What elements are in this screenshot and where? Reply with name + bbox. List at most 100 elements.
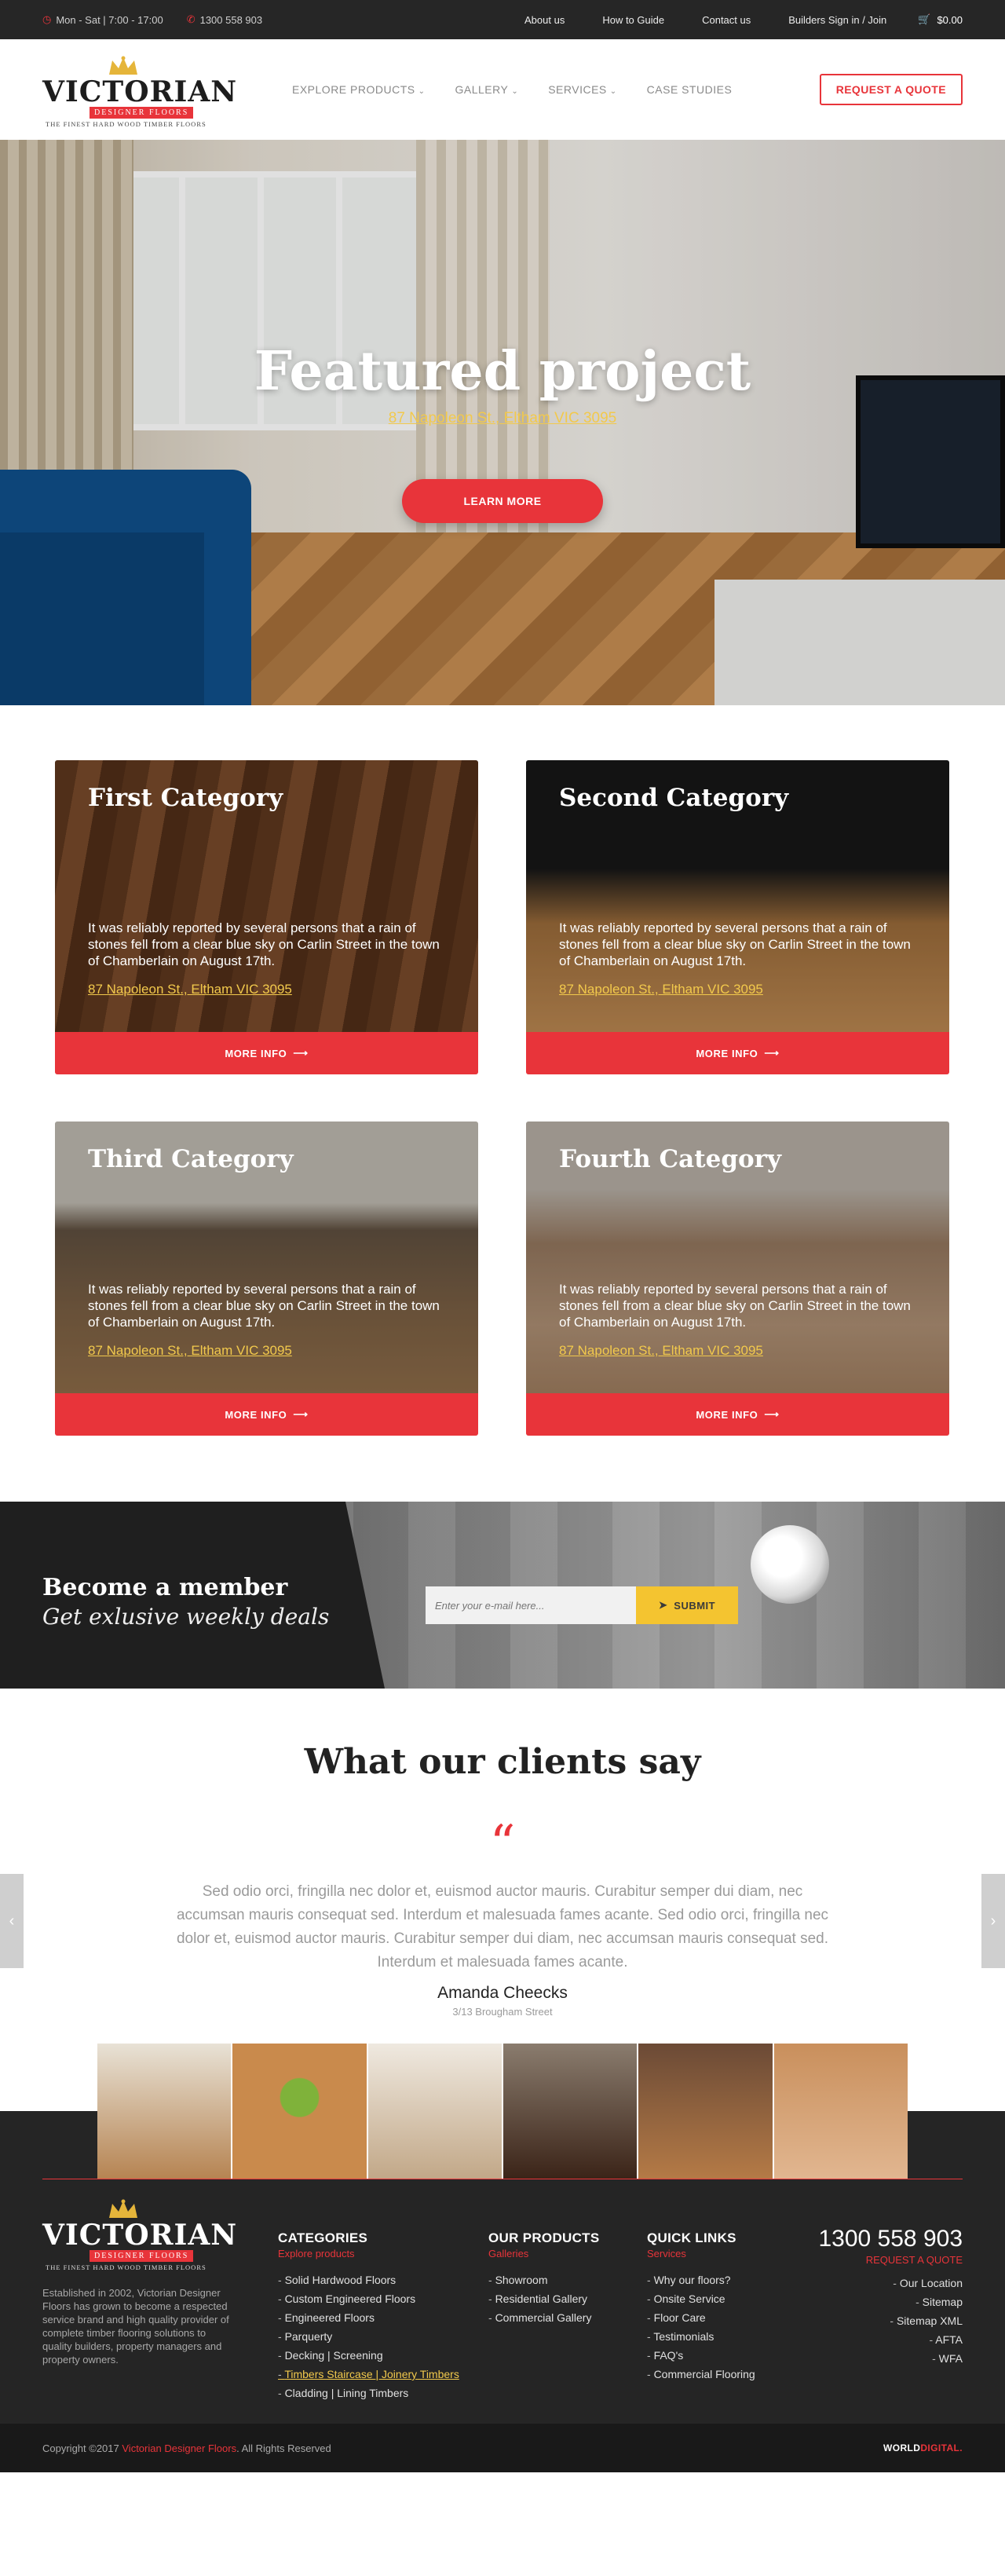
footer-link[interactable]: Why our floors? xyxy=(647,2270,755,2289)
category-address-link[interactable]: 87 Napoleon St., Eltham VIC 3095 xyxy=(88,1343,292,1359)
footer-col-title: OUR PRODUCTS xyxy=(488,2230,600,2245)
chevron-right-icon: › xyxy=(990,1912,996,1930)
category-card-first: First Category It was reliably reported … xyxy=(55,760,478,1074)
arrow-right-icon: ⟶ xyxy=(764,1047,780,1059)
soccer-ball-image xyxy=(751,1525,829,1604)
more-info-button[interactable]: MORE INFO ⟶ xyxy=(526,1032,949,1074)
link-about-us[interactable]: About us xyxy=(524,14,565,26)
footer-link[interactable]: Decking | Screening xyxy=(278,2346,459,2365)
phone-icon: ✆ xyxy=(186,13,196,25)
more-info-button[interactable]: MORE INFO ⟶ xyxy=(55,1393,478,1436)
footer-link[interactable]: Showroom xyxy=(488,2270,600,2289)
request-quote-button[interactable]: REQUEST A QUOTE xyxy=(819,74,963,105)
cart-total[interactable]: $0.00 xyxy=(937,14,963,26)
footer-about: Established in 2002, Victorian Designer … xyxy=(42,2287,229,2366)
chevron-down-icon: ⌄ xyxy=(511,87,519,96)
footer-col-sub: Services xyxy=(647,2248,686,2259)
nav-services[interactable]: SERVICES ⌄ xyxy=(548,83,616,96)
footer-link[interactable]: WFA xyxy=(818,2349,963,2368)
chevron-left-icon: ‹ xyxy=(9,1912,15,1930)
footer-link[interactable]: Testimonials xyxy=(647,2327,755,2346)
send-icon: ➤ xyxy=(658,1599,668,1611)
email-field[interactable] xyxy=(426,1586,636,1624)
gallery-thumb[interactable] xyxy=(638,2044,774,2179)
clock-icon: ◷ xyxy=(42,13,52,25)
phone-text[interactable]: 1300 558 903 xyxy=(200,14,263,26)
agency-credit-link[interactable]: WORLDDIGITAL. xyxy=(883,2442,963,2453)
footer-link[interactable]: Engineered Floors xyxy=(278,2308,459,2327)
phone-info[interactable]: ✆ 1300 558 903 xyxy=(187,13,262,26)
link-how-to-guide[interactable]: How to Guide xyxy=(602,14,664,26)
link-builders-sign-in[interactable]: Builders Sign in / Join xyxy=(788,14,886,26)
footer-link[interactable]: Cladding | Lining Timbers xyxy=(278,2384,459,2402)
footer-quick-links: QUICK LINKS Services Why our floors? Ons… xyxy=(647,2230,755,2384)
category-card-second: Second Category It was reliably reported… xyxy=(526,760,949,1074)
footer-link[interactable]: Onsite Service xyxy=(647,2289,755,2308)
category-address-link[interactable]: 87 Napoleon St., Eltham VIC 3095 xyxy=(559,1343,763,1359)
footer-link[interactable]: AFTA xyxy=(818,2330,963,2349)
category-title: Fourth Category xyxy=(559,1145,782,1173)
newsletter-band: Become a member Get exlusive weekly deal… xyxy=(0,1502,1005,1689)
footer-logo-sub: DESIGNER FLOORS xyxy=(90,2250,194,2262)
footer-link[interactable]: Custom Engineered Floors xyxy=(278,2289,459,2308)
footer-link[interactable]: FAQ's xyxy=(647,2346,755,2365)
footer-link[interactable]: Timbers Staircase | Joinery Timbers xyxy=(278,2365,459,2384)
gallery-thumb[interactable] xyxy=(97,2044,233,2179)
footer-col-title: QUICK LINKS xyxy=(647,2230,736,2245)
footer-col-sub: Explore products xyxy=(278,2248,355,2259)
nav-gallery[interactable]: GALLERY ⌄ xyxy=(455,83,518,96)
cart[interactable]: 🛒 $0.00 xyxy=(918,13,963,26)
footer-logo-wordmark: VICTORIAN xyxy=(42,2219,238,2252)
footer-link[interactable]: Sitemap xyxy=(818,2292,963,2311)
learn-more-button[interactable]: LEARN MORE xyxy=(402,479,603,523)
submit-button[interactable]: ➤ SUBMIT xyxy=(636,1586,738,1624)
hero-banner: Featured project 87 Napoleon St., Eltham… xyxy=(0,140,1005,705)
more-info-label: MORE INFO xyxy=(696,1408,758,1421)
hero-address-link[interactable]: 87 Napoleon St., Eltham VIC 3095 xyxy=(0,410,1005,427)
more-info-label: MORE INFO xyxy=(225,1047,287,1059)
arrow-right-icon: ⟶ xyxy=(764,1408,780,1420)
main-nav: EXPLORE PRODUCTS ⌄ GALLERY ⌄ SERVICES ⌄ CAS… xyxy=(292,83,732,96)
category-title: First Category xyxy=(88,784,283,812)
quote-icon: “ xyxy=(489,1815,516,1873)
nav-explore-products-label: EXPLORE PRODUCTS xyxy=(292,83,415,96)
opening-hours-text: Mon - Sat | 7:00 - 17:00 xyxy=(56,13,163,26)
categories-section: First Category It was reliably reported … xyxy=(0,705,1005,1502)
footer-link[interactable]: Our Location xyxy=(818,2274,963,2292)
category-address-link[interactable]: 87 Napoleon St., Eltham VIC 3095 xyxy=(88,982,292,997)
category-address-link[interactable]: 87 Napoleon St., Eltham VIC 3095 xyxy=(559,982,763,997)
category-title: Third Category xyxy=(88,1145,294,1173)
copyright-suffix: . All Rights Reserved xyxy=(236,2442,331,2454)
site-logo[interactable]: VICTORIAN DESIGNER FLOORS THE FINEST HAR… xyxy=(42,54,236,128)
gallery-thumb[interactable] xyxy=(773,2044,908,2179)
footer-phone[interactable]: 1300 558 903 xyxy=(818,2226,963,2252)
submit-label: SUBMIT xyxy=(674,1599,716,1612)
slider-next-button[interactable]: › xyxy=(981,1874,1005,1968)
footer-link[interactable]: Sitemap XML xyxy=(818,2311,963,2330)
copyright-brand-link[interactable]: Victorian Designer Floors xyxy=(122,2442,236,2454)
footer-link[interactable]: Floor Care xyxy=(647,2308,755,2327)
more-info-button[interactable]: MORE INFO ⟶ xyxy=(526,1393,949,1436)
footer-link[interactable]: Solid Hardwood Floors xyxy=(278,2270,459,2289)
link-contact-us[interactable]: Contact us xyxy=(702,14,751,26)
gallery-thumb[interactable] xyxy=(232,2044,368,2179)
gallery-thumb[interactable] xyxy=(502,2044,639,2179)
footer-link[interactable]: Residential Gallery xyxy=(488,2289,600,2308)
nav-case-studies[interactable]: CASE STUDIES xyxy=(647,83,733,96)
gallery-thumb[interactable] xyxy=(367,2044,503,2179)
arrow-right-icon: ⟶ xyxy=(293,1408,309,1420)
footer-link[interactable]: Parquerty xyxy=(278,2327,459,2346)
site-footer: VICTORIAN DESIGNER FLOORS THE FINEST HAR… xyxy=(0,2044,1005,2472)
nav-explore-products[interactable]: EXPLORE PRODUCTS ⌄ xyxy=(292,83,425,96)
crown-icon xyxy=(109,56,137,75)
slider-prev-button[interactable]: ‹ xyxy=(0,1874,24,1968)
footer-request-quote[interactable]: REQUEST A QUOTE xyxy=(818,2254,963,2266)
footer-link[interactable]: Commercial Flooring xyxy=(647,2365,755,2384)
footer-logo[interactable]: VICTORIAN DESIGNER FLOORS THE FINEST HAR… xyxy=(42,2197,236,2271)
agency-credit-a: WORLD xyxy=(883,2442,921,2453)
hero-title: Featured project xyxy=(254,340,751,403)
more-info-button[interactable]: MORE INFO ⟶ xyxy=(55,1032,478,1074)
footer-col-title: CATEGORIES xyxy=(278,2230,368,2245)
testimonials-heading: What our clients say xyxy=(304,1742,701,1782)
footer-link[interactable]: Commercial Gallery xyxy=(488,2308,600,2327)
